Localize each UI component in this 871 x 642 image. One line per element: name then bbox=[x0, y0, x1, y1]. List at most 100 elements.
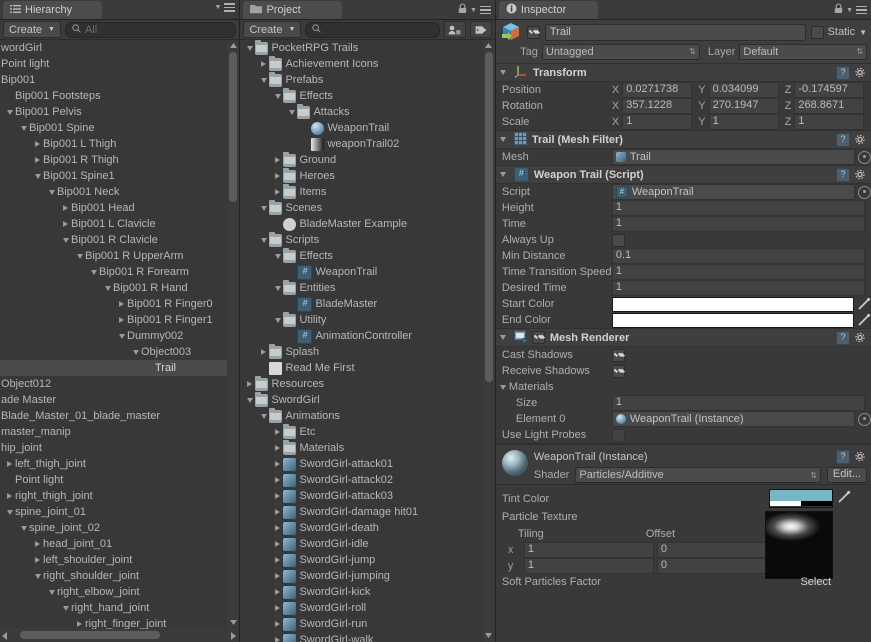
light-probes-checkbox[interactable] bbox=[611, 428, 625, 442]
weapon-trail-header[interactable]: # Weapon Trail (Script) ? bbox=[495, 166, 871, 184]
foldout-open-icon[interactable] bbox=[88, 264, 99, 280]
menu-icon[interactable] bbox=[479, 5, 491, 15]
project-row[interactable]: Etc bbox=[240, 423, 482, 440]
rotation-y-field[interactable]: 270.1947 bbox=[708, 98, 779, 114]
foldout-closed-icon[interactable] bbox=[272, 168, 283, 184]
foldout-closed-icon[interactable] bbox=[272, 472, 283, 488]
tab-project[interactable]: Project bbox=[243, 1, 343, 19]
filter-by-type-icon[interactable] bbox=[443, 21, 466, 38]
project-row[interactable]: Ground bbox=[240, 151, 482, 168]
hierarchy-row[interactable]: spine_joint_02 bbox=[0, 520, 227, 536]
foldout-closed-icon[interactable] bbox=[272, 552, 283, 568]
gear-icon[interactable] bbox=[854, 169, 867, 181]
hierarchy-row[interactable]: Trail bbox=[0, 360, 228, 376]
foldout-closed-icon[interactable] bbox=[32, 552, 43, 568]
project-row[interactable]: Achievement Icons bbox=[240, 55, 482, 72]
hierarchy-row[interactable]: left_thigh_joint bbox=[0, 456, 227, 472]
foldout-open-icon[interactable] bbox=[32, 168, 43, 184]
hierarchy-row[interactable]: Bip001 R Thigh bbox=[0, 152, 227, 168]
gameobject-enabled-checkbox[interactable] bbox=[526, 25, 540, 39]
hierarchy-row[interactable]: Bip001 R UpperArm bbox=[0, 248, 227, 264]
project-row[interactable]: SwordGirl-damage hit01 bbox=[240, 504, 482, 520]
foldout-open-icon[interactable] bbox=[272, 248, 283, 264]
foldout-closed-icon[interactable] bbox=[258, 56, 269, 72]
foldout-open-icon[interactable] bbox=[258, 232, 269, 248]
scroll-up-icon[interactable] bbox=[485, 41, 493, 50]
gear-icon[interactable] bbox=[854, 332, 867, 344]
foldout-closed-icon[interactable] bbox=[272, 600, 283, 616]
project-row[interactable]: SwordGirl-roll bbox=[240, 600, 482, 616]
project-row[interactable]: weaponTrail02 bbox=[240, 136, 482, 152]
help-icon[interactable]: ? bbox=[836, 330, 851, 345]
project-row[interactable]: SwordGirl-death bbox=[240, 520, 482, 536]
scale-x-field[interactable]: 1 bbox=[622, 114, 693, 130]
scroll-down-icon[interactable] bbox=[229, 618, 237, 627]
hierarchy-row[interactable]: Dummy002 bbox=[0, 328, 227, 344]
hierarchy-row[interactable]: Bip001 L Thigh bbox=[0, 136, 227, 152]
project-row[interactable]: Scripts bbox=[240, 231, 482, 248]
hierarchy-row[interactable]: Bip001 R Finger0 bbox=[0, 296, 227, 312]
hierarchy-row[interactable]: Bip001 Neck bbox=[0, 184, 227, 200]
scroll-left-icon[interactable] bbox=[2, 631, 7, 642]
hierarchy-row[interactable]: right_hand_joint bbox=[0, 600, 227, 616]
transform-header[interactable]: Transform ? bbox=[495, 64, 871, 82]
foldout-closed-icon[interactable] bbox=[272, 456, 283, 472]
foldout-closed-icon[interactable] bbox=[272, 632, 283, 642]
help-icon[interactable]: ? bbox=[836, 450, 851, 464]
hierarchy-row[interactable]: Bip001 Head bbox=[0, 200, 227, 216]
hierarchy-vertical-scrollbar[interactable] bbox=[227, 40, 240, 642]
mesh-renderer-enabled-checkbox[interactable] bbox=[531, 331, 545, 344]
project-row[interactable]: Heroes bbox=[240, 167, 482, 184]
project-row[interactable]: Splash bbox=[240, 343, 482, 360]
hierarchy-row[interactable]: Bip001 Pelvis bbox=[0, 104, 227, 120]
tab-inspector[interactable]: Inspector bbox=[498, 1, 598, 19]
tag-dropdown[interactable]: Untagged ⇅ bbox=[541, 43, 700, 60]
hierarchy-row[interactable]: Blade_Master_01_blade_master bbox=[0, 408, 227, 424]
project-row[interactable]: Prefabs bbox=[240, 71, 482, 88]
project-row[interactable]: SwordGirl-walk bbox=[240, 632, 482, 642]
scroll-down-icon[interactable] bbox=[485, 631, 493, 640]
hierarchy-search-input[interactable]: All bbox=[64, 21, 237, 38]
project-row[interactable]: PocketRPG Trails bbox=[240, 40, 482, 56]
foldout-closed-icon[interactable] bbox=[272, 584, 283, 600]
tiling-y-field[interactable]: 1 bbox=[523, 558, 654, 574]
gear-icon[interactable] bbox=[854, 134, 867, 146]
project-row[interactable]: WeaponTrail bbox=[240, 120, 482, 136]
height-field[interactable]: 1 bbox=[611, 200, 866, 216]
static-toggle[interactable]: Static ▼ bbox=[810, 25, 867, 39]
foldout-closed-icon[interactable] bbox=[116, 296, 127, 312]
hierarchy-row[interactable]: Bip001 bbox=[0, 72, 227, 88]
foldout-closed-icon[interactable] bbox=[272, 440, 283, 456]
help-icon[interactable]: ? bbox=[836, 167, 851, 182]
project-row[interactable]: Materials bbox=[240, 439, 482, 456]
project-row[interactable]: Animations bbox=[240, 407, 482, 424]
hierarchy-row[interactable]: Point light bbox=[0, 472, 227, 488]
inspector-tab-menu[interactable]: ▼ bbox=[834, 3, 868, 17]
foldout-closed-icon[interactable] bbox=[60, 200, 71, 216]
foldout-closed-icon[interactable] bbox=[272, 568, 283, 584]
shader-dropdown[interactable]: Particles/Additive ⇅ bbox=[575, 467, 821, 483]
element0-object-field[interactable]: WeaponTrail (Instance) bbox=[611, 411, 856, 427]
foldout-closed-icon[interactable] bbox=[272, 488, 283, 504]
foldout-closed-icon[interactable] bbox=[272, 616, 283, 632]
hierarchy-row[interactable]: Bip001 R Clavicle bbox=[0, 232, 227, 248]
scroll-up-icon[interactable] bbox=[229, 41, 237, 50]
project-row[interactable]: BladeMaster Example bbox=[240, 216, 482, 232]
receive-shadows-checkbox[interactable] bbox=[611, 364, 625, 378]
eyedropper-icon[interactable] bbox=[857, 297, 871, 311]
hierarchy-row[interactable]: Object003 bbox=[0, 344, 227, 360]
eyedropper-icon[interactable] bbox=[837, 490, 851, 504]
cast-shadows-checkbox[interactable] bbox=[611, 348, 625, 362]
foldout-open-icon[interactable] bbox=[244, 40, 255, 56]
foldout-closed-icon[interactable] bbox=[244, 376, 255, 392]
foldout-open-icon[interactable] bbox=[46, 184, 57, 200]
project-row[interactable]: # BladeMaster bbox=[240, 296, 482, 312]
project-row[interactable]: Resources bbox=[240, 375, 482, 392]
foldout-open-icon[interactable] bbox=[4, 504, 15, 520]
help-icon[interactable]: ? bbox=[836, 132, 851, 147]
project-tree[interactable]: PocketRPG Trails Achievement Icons Prefabs… bbox=[240, 40, 495, 642]
foldout-closed-icon[interactable] bbox=[32, 152, 43, 168]
position-z-field[interactable]: -0.174597 bbox=[794, 82, 865, 98]
hierarchy-row[interactable]: ade Master bbox=[0, 392, 227, 408]
mesh-renderer-foldout[interactable] bbox=[498, 330, 509, 346]
